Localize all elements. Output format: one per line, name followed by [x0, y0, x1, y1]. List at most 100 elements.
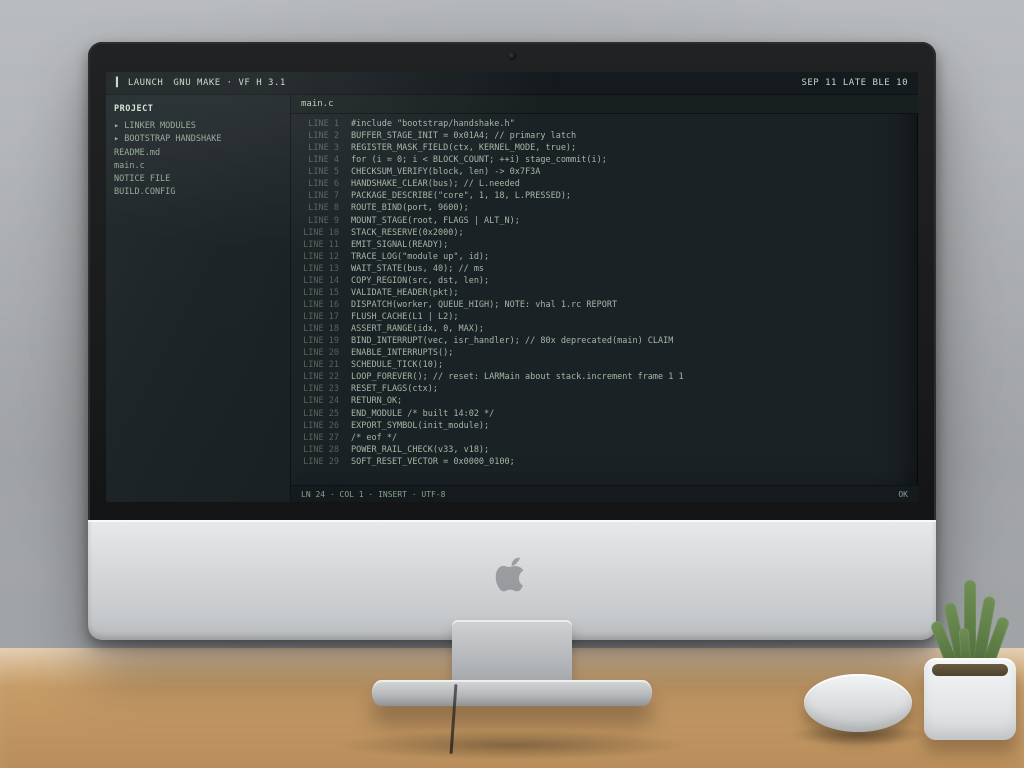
code-text: EXPORT_SYMBOL(init_module); [351, 420, 489, 432]
code-line: LINE 26 EXPORT_SYMBOL(init_module); [291, 420, 912, 432]
line-number: LINE 12 [291, 251, 343, 263]
topbar-center: GNU MAKE · VF H 3.1 [173, 78, 285, 88]
line-number: LINE 19 [291, 335, 343, 347]
line-number: LINE 17 [291, 311, 343, 323]
code-line: LINE 14 COPY_REGION(src, dst, len); [291, 275, 912, 287]
tab-active: main.c [301, 99, 334, 109]
monitor-stand-foot [372, 680, 652, 706]
code-text: EMIT_SIGNAL(READY); [351, 239, 448, 251]
sidebar-item: main.c [114, 160, 282, 173]
line-number: LINE 16 [291, 299, 343, 311]
code-text: ASSERT_RANGE(idx, 0, MAX); [351, 323, 484, 335]
code-text: BUFFER_STAGE_INIT = 0x01A4; // primary l… [351, 130, 576, 142]
code-text: VALIDATE_HEADER(pkt); [351, 287, 458, 299]
code-line: LINE 19 BIND_INTERRUPT(vec, isr_handler);… [291, 335, 912, 347]
line-number: LINE 26 [291, 420, 343, 432]
code-line: LINE 21SCHEDULE_TICK(10); [291, 359, 912, 371]
monitor-bezel: ▍ LAUNCH GNU MAKE · VF H 3.1 SEP 11 LATE… [88, 42, 936, 640]
imac-monitor: ▍ LAUNCH GNU MAKE · VF H 3.1 SEP 11 LATE… [88, 42, 936, 640]
sidebar-item: BUILD.CONFIG [114, 186, 282, 199]
code-line: LINE 28 POWER_RAIL_CHECK(v33, v18); [291, 444, 912, 456]
line-number: LINE 15 [291, 287, 343, 299]
line-number: LINE 29 [291, 456, 343, 468]
plant-pot [924, 658, 1016, 740]
code-line: LINE 18 ASSERT_RANGE(idx, 0, MAX); [291, 323, 912, 335]
line-number: LINE 8 [291, 202, 343, 214]
status-left: LN 24 · COL 1 · INSERT · UTF-8 [301, 490, 446, 499]
code-text: CHECKSUM_VERIFY(block, len) -> 0x7F3A [351, 166, 540, 178]
line-number: LINE 3 [291, 142, 343, 154]
code-text: /* eof */ [351, 432, 397, 444]
editor-topbar: ▍ LAUNCH GNU MAKE · VF H 3.1 SEP 11 LATE… [106, 72, 918, 95]
screen-content: ▍ LAUNCH GNU MAKE · VF H 3.1 SEP 11 LATE… [106, 72, 918, 502]
code-line: LINE 4 for (i = 0; i < BLOCK_COUNT; ++i) … [291, 154, 912, 166]
code-text: BIND_INTERRUPT(vec, isr_handler); // 80x… [351, 335, 673, 347]
code-text: REGISTER_MASK_FIELD(ctx, KERNEL_MODE, tr… [351, 142, 576, 154]
line-number: LINE 20 [291, 347, 343, 359]
code-text: TRACE_LOG("module up", id); [351, 251, 489, 263]
line-number: LINE 28 [291, 444, 343, 456]
monitor-stand-neck [452, 620, 572, 684]
line-number: LINE 2 [291, 130, 343, 142]
code-line: LINE 20ENABLE_INTERRUPTS(); [291, 347, 912, 359]
topbar-right: SEP 11 LATE BLE 10 [801, 78, 908, 88]
tab-row: main.c [291, 95, 918, 114]
status-right: OK [898, 490, 908, 499]
line-number: LINE 4 [291, 154, 343, 166]
line-number: LINE 24 [291, 395, 343, 407]
code-text: RESET_FLAGS(ctx); [351, 383, 438, 395]
line-number: LINE 18 [291, 323, 343, 335]
line-number: LINE 14 [291, 275, 343, 287]
code-line: LINE 12 TRACE_LOG("module up", id); [291, 251, 912, 263]
code-text: PACKAGE_DESCRIBE("core", 1, 18, L.PRESSE… [351, 190, 571, 202]
code-line: LINE 15 VALIDATE_HEADER(pkt); [291, 287, 912, 299]
sidebar-item: ▸ LINKER MODULES [114, 120, 282, 133]
code-line: LINE 25 END_MODULE /* built 14:02 */ [291, 408, 912, 420]
code-text: DISPATCH(worker, QUEUE_HIGH); NOTE: vhal… [351, 299, 617, 311]
code-text: POWER_RAIL_CHECK(v33, v18); [351, 444, 489, 456]
code-line: LINE 1 #include "bootstrap/handshake.h" [291, 118, 912, 130]
code-text: STACK_RESERVE(0x2000); [351, 227, 464, 239]
code-text: ROUTE_BIND(port, 9600); [351, 202, 469, 214]
code-text: for (i = 0; i < BLOCK_COUNT; ++i) stage_… [351, 154, 607, 166]
magic-mouse [804, 674, 912, 732]
line-number: LINE 21 [291, 359, 343, 371]
code-line: LINE 3 REGISTER_MASK_FIELD(ctx, KERNEL_MO… [291, 142, 912, 154]
code-line: LINE 2 BUFFER_STAGE_INIT = 0x01A4; // pri… [291, 130, 912, 142]
code-line: LINE 9MOUNT_STAGE(root, FLAGS | ALT_N); [291, 215, 912, 227]
code-text: #include "bootstrap/handshake.h" [351, 118, 515, 130]
code-line: LINE 13 WAIT_STATE(bus, 40); // ms [291, 263, 912, 275]
code-line: LINE 5 CHECKSUM_VERIFY(block, len) -> 0x7… [291, 166, 912, 178]
monitor-stand-shadow [332, 730, 692, 760]
code-text: SOFT_RESET_VECTOR = 0x0000_0100; [351, 456, 515, 468]
line-number: LINE 25 [291, 408, 343, 420]
line-number: LINE 5 [291, 166, 343, 178]
sidebar-item: README.md [114, 147, 282, 160]
sidebar-item: NOTICE FILE [114, 173, 282, 186]
code-text: WAIT_STATE(bus, 40); // ms [351, 263, 484, 275]
code-line: LINE 7 PACKAGE_DESCRIBE("core", 1, 18, L.… [291, 190, 912, 202]
sidebar-header: PROJECT [114, 103, 282, 116]
code-text: MOUNT_STAGE(root, FLAGS | ALT_N); [351, 215, 520, 227]
line-number: LINE 13 [291, 263, 343, 275]
code-line: LINE 10 STACK_RESERVE(0x2000); [291, 227, 912, 239]
code-line: LINE 24 RETURN_OK; [291, 395, 912, 407]
line-number: LINE 1 [291, 118, 343, 130]
line-number: LINE 22 [291, 371, 343, 383]
code-text: LOOP_FOREVER(); // reset: LARMain about … [351, 371, 684, 383]
code-text: END_MODULE /* built 14:02 */ [351, 408, 494, 420]
code-line: LINE 8 ROUTE_BIND(port, 9600); [291, 202, 912, 214]
line-number: LINE 23 [291, 383, 343, 395]
code-text: RETURN_OK; [351, 395, 402, 407]
code-line: LINE 22 LOOP_FOREVER(); // reset: LARMain… [291, 371, 912, 383]
code-text: FLUSH_CACHE(L1 | L2); [351, 311, 458, 323]
line-number: LINE 7 [291, 190, 343, 202]
code-text: COPY_REGION(src, dst, len); [351, 275, 489, 287]
line-number: LINE 10 [291, 227, 343, 239]
code-line: LINE 23 RESET_FLAGS(ctx); [291, 383, 912, 395]
code-line: LINE 6HANDSHAKE_CLEAR(bus); // L.needed [291, 178, 912, 190]
file-sidebar: PROJECT ▸ LINKER MODULES▸ BOOTSTRAP HAND… [106, 95, 291, 502]
code-line: LINE 11EMIT_SIGNAL(READY); [291, 239, 912, 251]
code-line: LINE 16 DISPATCH(worker, QUEUE_HIGH); NOT… [291, 299, 912, 311]
webcam-dot [508, 52, 516, 60]
